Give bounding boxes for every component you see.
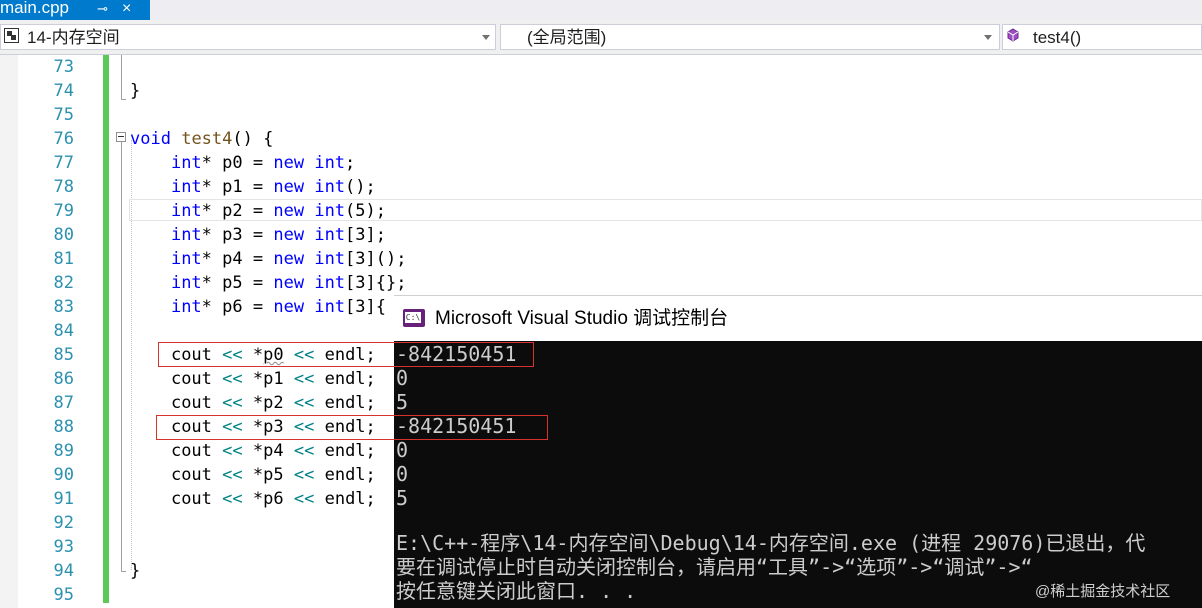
console-output-line: 5 [396,486,409,510]
member-dropdown[interactable]: test4() [1002,24,1202,50]
console-title: Microsoft Visual Studio 调试控制台 [435,308,729,329]
console-output-area[interactable]: -842150451 0 5 -842150451 0 0 5 E:\C++-程… [394,341,1202,608]
code-line: cout << *p2 << endl; [170,393,376,413]
collapse-toggle-icon[interactable] [116,132,126,142]
pin-icon[interactable]: ⊸ [97,0,108,18]
line-number: 90 [53,465,74,485]
code-line: cout << *p5 << endl; [170,465,376,485]
line-number: 95 [53,585,74,605]
code-line: } [130,81,141,101]
code-line: cout << *p4 << endl; [170,441,376,461]
line-number: 84 [53,321,74,341]
console-output-line: 0 [396,366,409,390]
line-number: 75 [53,105,74,125]
code-line: int* p1 = new int(); [170,177,376,197]
console-output-line: 0 [396,462,409,486]
code-line: cout << *p1 << endl; [170,369,376,389]
console-footer-line: E:\C++-程序\14-内存空间\Debug\14-内存空间.exe (进程 … [396,531,1146,555]
document-tab-strip: main.cpp ⊸ × [0,0,1202,20]
line-number: 74 [53,81,74,101]
highlight-box-p3 [156,415,548,440]
close-icon[interactable]: × [122,0,131,19]
line-number: 85 [53,345,74,365]
highlight-box-p0 [158,342,534,367]
console-output-line: 5 [396,390,409,414]
line-number: 92 [53,513,74,533]
code-line: } [130,561,141,581]
line-number: 77 [53,153,74,173]
line-number: 86 [53,369,74,389]
navigation-bar: 14-内存空间 (全局范围) test4() [0,20,1202,55]
line-number: 87 [53,393,74,413]
tab-main-cpp[interactable]: main.cpp ⊸ × [0,0,150,20]
outline-end-marker [121,91,126,100]
function-name: test4 [181,129,233,149]
scope-dropdown[interactable]: (全局范围) [500,24,1000,50]
line-number: 88 [53,417,74,437]
console-app-icon: C:\ [403,309,425,327]
console-title-bar[interactable]: C:\ Microsoft Visual Studio 调试控制台 [394,295,1202,341]
line-number: 81 [53,249,74,269]
change-tracking-bar [103,55,109,603]
code-lines: } void test4() { int* p0 = new int; int*… [130,55,406,607]
outline-end-marker [121,563,126,572]
line-number: 79 [53,201,74,221]
line-number: 93 [53,537,74,557]
code-line: int* p2 = new int(5); [170,201,386,221]
code-line: int* p6 = new int[3]{ [170,297,386,317]
method-cube-icon [1007,28,1019,42]
code-line: cout << *p6 << endl; [170,489,376,509]
keyword: void [130,129,171,149]
project-icon [4,28,19,43]
line-number: 82 [53,273,74,293]
line-number: 94 [53,561,74,581]
line-number: 78 [53,177,74,197]
console-footer-line: 按任意键关闭此窗口. . . [396,579,637,603]
outline-line [121,142,122,571]
line-number: 89 [53,441,74,461]
tab-title: main.cpp [0,0,69,17]
scope-dropdown-value: (全局范围) [527,28,607,47]
watermark: @稀土掘金技术社区 [1035,583,1171,600]
project-dropdown-value: 14-内存空间 [27,28,120,47]
code-line: int* p5 = new int[3]{}; [170,273,407,293]
chevron-down-icon [482,35,490,40]
line-number: 91 [53,489,74,509]
code-line: void test4() { [130,129,274,149]
code-line: int* p0 = new int; [170,153,356,173]
editor-glyph-margin [0,55,18,608]
line-number: 83 [53,297,74,317]
line-number: 76 [53,129,74,149]
console-footer-line: 要在调试停止时自动关闭控制台，请启用“工具”->“选项”->“调试”->“ [396,555,1033,579]
console-exit-message: E:\C++-程序\14-内存空间\Debug\14-内存空间.exe (进程 … [396,531,1145,603]
line-number: 73 [53,57,74,77]
console-output-line: 0 [396,438,409,462]
chevron-down-icon [984,35,992,40]
project-dropdown[interactable]: 14-内存空间 [0,24,496,50]
code-line: int* p4 = new int[3](); [170,249,407,269]
code-line: int* p3 = new int[3]; [170,225,386,245]
line-number: 80 [53,225,74,245]
line-number-gutter: 73 74 75 76 77 78 79 80 81 82 83 84 85 8… [40,55,74,607]
member-dropdown-value: test4() [1033,28,1082,47]
